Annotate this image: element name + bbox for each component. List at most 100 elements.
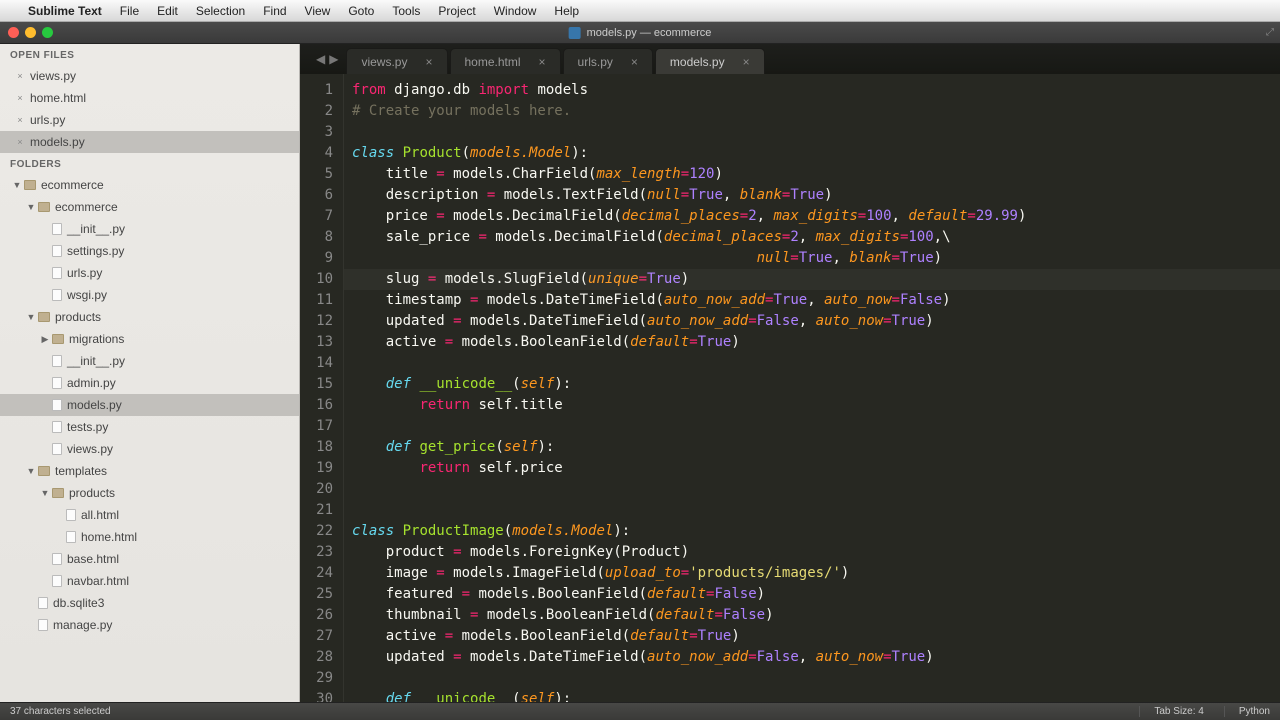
menu-view[interactable]: View	[305, 4, 331, 18]
line-number[interactable]: 5	[304, 164, 333, 185]
open-file-item[interactable]: ×models.py	[0, 131, 299, 153]
code-line[interactable]: thumbnail = models.BooleanField(default=…	[352, 605, 1272, 626]
open-file-item[interactable]: ×home.html	[0, 87, 299, 109]
close-window-button[interactable]	[8, 27, 19, 38]
file-item[interactable]: models.py	[0, 394, 299, 416]
open-file-item[interactable]: ×urls.py	[0, 109, 299, 131]
line-number[interactable]: 22	[304, 521, 333, 542]
menu-goto[interactable]: Goto	[348, 4, 374, 18]
close-file-icon[interactable]: ×	[16, 138, 24, 146]
line-number[interactable]: 12	[304, 311, 333, 332]
line-number[interactable]: 6	[304, 185, 333, 206]
folder-item[interactable]: products	[0, 482, 299, 504]
line-number[interactable]: 30	[304, 689, 333, 702]
code-line[interactable]	[352, 122, 1272, 143]
close-file-icon[interactable]: ×	[16, 72, 24, 80]
line-number[interactable]: 21	[304, 500, 333, 521]
file-item[interactable]: home.html	[0, 526, 299, 548]
file-item[interactable]: all.html	[0, 504, 299, 526]
status-language[interactable]: Python	[1224, 706, 1270, 717]
editor-tab[interactable]: home.html×	[450, 48, 561, 74]
tab-close-icon[interactable]: ×	[743, 55, 750, 69]
folder-item[interactable]: products	[0, 306, 299, 328]
line-number[interactable]: 7	[304, 206, 333, 227]
menu-help[interactable]: Help	[554, 4, 579, 18]
status-tab-size[interactable]: Tab Size: 4	[1139, 706, 1203, 717]
minimize-window-button[interactable]	[25, 27, 36, 38]
line-number[interactable]: 19	[304, 458, 333, 479]
disclosure-down-icon[interactable]	[26, 462, 36, 480]
line-number[interactable]: 16	[304, 395, 333, 416]
code-line[interactable]: sale_price = models.DecimalField(decimal…	[352, 227, 1272, 248]
code-line[interactable]: active = models.BooleanField(default=Tru…	[352, 626, 1272, 647]
line-number[interactable]: 4	[304, 143, 333, 164]
code-line[interactable]: timestamp = models.DateTimeField(auto_no…	[352, 290, 1272, 311]
line-number[interactable]: 18	[304, 437, 333, 458]
code-line[interactable]: class ProductImage(models.Model):	[352, 521, 1272, 542]
line-number[interactable]: 24	[304, 563, 333, 584]
menu-tools[interactable]: Tools	[392, 4, 420, 18]
zoom-window-button[interactable]	[42, 27, 53, 38]
file-item[interactable]: __init__.py	[0, 218, 299, 240]
tab-close-icon[interactable]: ×	[539, 55, 546, 69]
close-file-icon[interactable]: ×	[16, 94, 24, 102]
folder-item[interactable]: templates	[0, 460, 299, 482]
code-line[interactable]: title = models.CharField(max_length=120)	[352, 164, 1272, 185]
code-line[interactable]: product = models.ForeignKey(Product)	[352, 542, 1272, 563]
line-number[interactable]: 29	[304, 668, 333, 689]
expand-icon[interactable]: ⤢	[1266, 27, 1274, 38]
file-item[interactable]: db.sqlite3	[0, 592, 299, 614]
file-item[interactable]: admin.py	[0, 372, 299, 394]
tab-close-icon[interactable]: ×	[425, 55, 432, 69]
folder-item[interactable]: ecommerce	[0, 196, 299, 218]
line-number[interactable]: 8	[304, 227, 333, 248]
editor-tab[interactable]: models.py×	[655, 48, 765, 74]
line-number[interactable]: 1	[304, 80, 333, 101]
file-item[interactable]: views.py	[0, 438, 299, 460]
close-file-icon[interactable]: ×	[16, 116, 24, 124]
file-item[interactable]: navbar.html	[0, 570, 299, 592]
disclosure-right-icon[interactable]	[40, 330, 50, 348]
code-editor[interactable]: from django.db import models# Create you…	[344, 74, 1280, 702]
menu-project[interactable]: Project	[438, 4, 475, 18]
line-number[interactable]: 2	[304, 101, 333, 122]
code-line[interactable]: return self.title	[352, 395, 1272, 416]
code-line[interactable]	[352, 668, 1272, 689]
tab-close-icon[interactable]: ×	[631, 55, 638, 69]
line-number[interactable]: 11	[304, 290, 333, 311]
menu-edit[interactable]: Edit	[157, 4, 178, 18]
line-number[interactable]: 26	[304, 605, 333, 626]
code-line[interactable]: description = models.TextField(null=True…	[352, 185, 1272, 206]
code-line[interactable]	[352, 353, 1272, 374]
line-number[interactable]: 27	[304, 626, 333, 647]
line-number[interactable]: 9	[304, 248, 333, 269]
line-number[interactable]: 28	[304, 647, 333, 668]
code-line[interactable]: updated = models.DateTimeField(auto_now_…	[352, 647, 1272, 668]
file-item[interactable]: wsgi.py	[0, 284, 299, 306]
folder-item[interactable]: ecommerce	[0, 174, 299, 196]
file-item[interactable]: urls.py	[0, 262, 299, 284]
editor-tab[interactable]: urls.py×	[563, 48, 653, 74]
disclosure-down-icon[interactable]	[12, 176, 22, 194]
file-item[interactable]: manage.py	[0, 614, 299, 636]
code-line[interactable]: class Product(models.Model):	[352, 143, 1272, 164]
line-number[interactable]: 20	[304, 479, 333, 500]
app-menu[interactable]: Sublime Text	[28, 4, 102, 18]
line-number-gutter[interactable]: 1234567891011121314151617181920212223242…	[300, 74, 344, 702]
code-line[interactable]: featured = models.BooleanField(default=F…	[352, 584, 1272, 605]
code-line[interactable]: image = models.ImageField(upload_to='pro…	[352, 563, 1272, 584]
code-line[interactable]: # Create your models here.	[352, 101, 1272, 122]
code-line[interactable]: def __unicode__(self):	[352, 374, 1272, 395]
code-line[interactable]	[352, 500, 1272, 521]
code-line[interactable]: return self.price	[352, 458, 1272, 479]
tab-nav-forward-icon[interactable]: ▶	[329, 52, 338, 66]
line-number[interactable]: 15	[304, 374, 333, 395]
line-number[interactable]: 10	[304, 269, 333, 290]
line-number[interactable]: 23	[304, 542, 333, 563]
menu-find[interactable]: Find	[263, 4, 286, 18]
code-line[interactable]: price = models.DecimalField(decimal_plac…	[352, 206, 1272, 227]
line-number[interactable]: 3	[304, 122, 333, 143]
open-file-item[interactable]: ×views.py	[0, 65, 299, 87]
line-number[interactable]: 13	[304, 332, 333, 353]
disclosure-down-icon[interactable]	[26, 308, 36, 326]
